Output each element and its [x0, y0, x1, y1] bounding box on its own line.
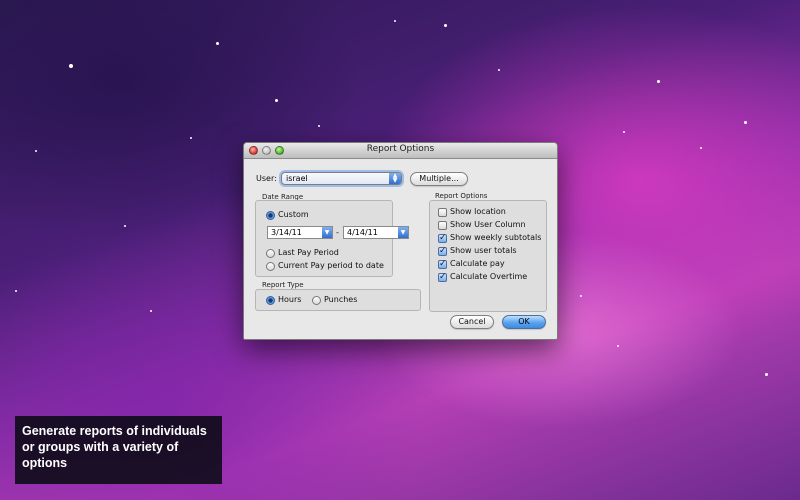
caption-panel: Generate reports of individuals or group… — [15, 416, 222, 484]
ok-button[interactable]: OK — [502, 315, 546, 329]
report-options-dialog: Report Options User: israel ▲ ▼ Multiple.… — [243, 142, 558, 340]
show-weekly-subtotals-checkbox[interactable]: ✓ — [438, 234, 447, 243]
custom-radio[interactable] — [266, 211, 275, 220]
custom-radio-label: Custom — [278, 210, 309, 219]
date-separator: - — [336, 228, 339, 237]
caption-text: Generate reports of individuals or group… — [22, 424, 207, 470]
show-user-column-label: Show User Column — [450, 220, 526, 229]
user-label: User: — [256, 174, 277, 183]
end-date-dropdown-icon[interactable]: ▼ — [398, 227, 408, 238]
start-date-field[interactable]: 3/14/11 ▼ — [267, 226, 333, 239]
show-weekly-subtotals-label: Show weekly subtotals — [450, 233, 542, 242]
multiple-users-button[interactable]: Multiple... — [410, 172, 468, 186]
show-location-checkbox[interactable] — [438, 208, 447, 217]
show-user-totals-label: Show user totals — [450, 246, 517, 255]
last-pay-period-radio[interactable] — [266, 249, 275, 258]
hours-radio-label: Hours — [278, 295, 302, 304]
last-pay-period-label: Last Pay Period — [278, 248, 339, 257]
end-date-value: 4/14/11 — [347, 228, 378, 237]
show-location-label: Show location — [450, 207, 506, 216]
show-user-totals-checkbox[interactable]: ✓ — [438, 247, 447, 256]
calculate-overtime-checkbox[interactable]: ✓ — [438, 273, 447, 282]
title-bar[interactable]: Report Options — [244, 143, 557, 159]
user-select-value: israel — [286, 174, 308, 183]
punches-radio-label: Punches — [324, 295, 358, 304]
punches-radio[interactable] — [312, 296, 321, 305]
updown-arrows-icon: ▲ ▼ — [389, 173, 401, 184]
current-pay-period-radio[interactable] — [266, 262, 275, 271]
report-options-group — [429, 200, 547, 312]
end-date-field[interactable]: 4/14/11 ▼ — [343, 226, 409, 239]
user-select[interactable]: israel ▲ ▼ — [281, 172, 402, 185]
window-title: Report Options — [366, 144, 435, 154]
calculate-overtime-label: Calculate Overtime — [450, 272, 528, 281]
cancel-button[interactable]: Cancel — [450, 315, 494, 329]
start-date-value: 3/14/11 — [271, 228, 302, 237]
hours-radio[interactable] — [266, 296, 275, 305]
calculate-pay-label: Calculate pay — [450, 259, 505, 268]
calculate-pay-checkbox[interactable]: ✓ — [438, 260, 447, 269]
report-options-heading: Report Options — [435, 192, 488, 200]
current-pay-period-label: Current Pay period to date — [278, 261, 384, 270]
report-type-heading: Report Type — [262, 281, 304, 289]
start-date-dropdown-icon[interactable]: ▼ — [322, 227, 332, 238]
show-user-column-checkbox[interactable] — [438, 221, 447, 230]
